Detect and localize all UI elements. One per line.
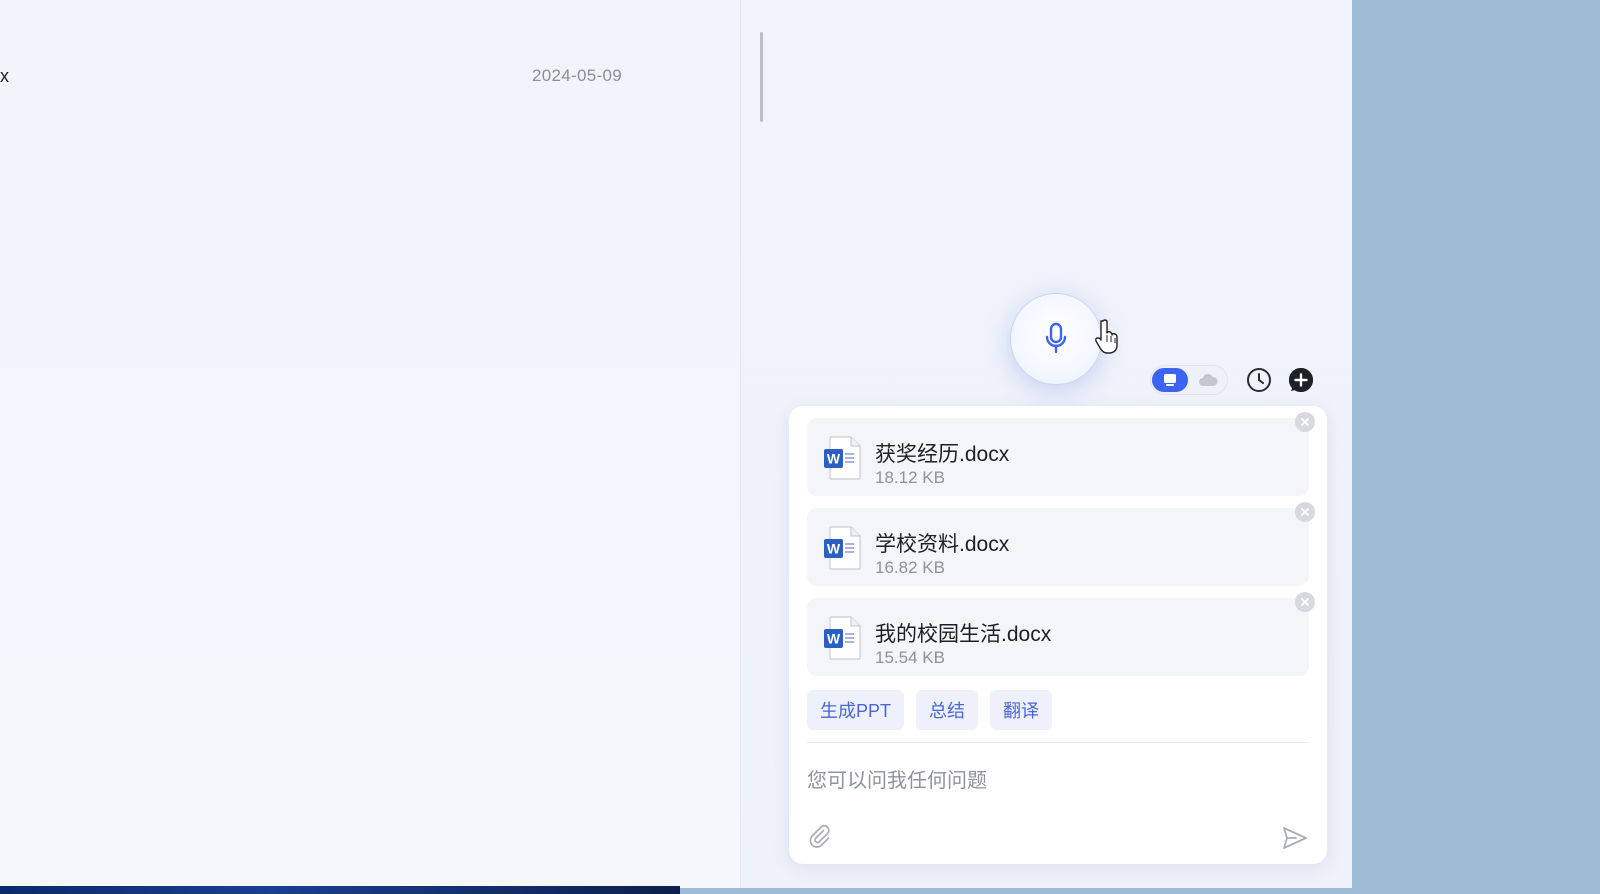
chat-input-panel: W 获奖经历.docx 18.12 KB W 学校资料.docx 16.82 K… [789, 406, 1327, 864]
attached-file-card[interactable]: W 学校资料.docx 16.82 KB [807, 502, 1315, 586]
chat-input[interactable]: 您可以问我任何问题 [807, 764, 987, 793]
svg-text:W: W [827, 451, 841, 467]
svg-text:W: W [827, 631, 841, 647]
mode-toggle[interactable] [1150, 365, 1228, 395]
file-size: 15.54 KB [875, 648, 945, 667]
word-doc-icon: W [824, 526, 861, 570]
screen-icon [1164, 374, 1176, 386]
file-list-pane: x 2024-05-09 [0, 0, 740, 888]
file-name: 获奖经历.docx [875, 443, 1010, 466]
close-icon [1301, 508, 1309, 516]
taskbar-edge [0, 886, 680, 894]
file-row-date: 2024-05-09 [532, 66, 622, 85]
scrollbar-thumb[interactable] [760, 32, 763, 122]
clock-icon [1247, 368, 1271, 392]
history-button[interactable] [1244, 365, 1274, 395]
quick-actions: 生成PPT 总结 翻译 [807, 690, 1053, 730]
attached-file-card[interactable]: W 获奖经历.docx 18.12 KB [807, 412, 1315, 496]
local-mode-option[interactable] [1152, 368, 1188, 392]
assistant-toolbar [1150, 365, 1316, 395]
summarize-button[interactable]: 总结 [916, 690, 979, 730]
remove-file-button[interactable] [1295, 412, 1315, 432]
cloud-icon [1199, 373, 1218, 386]
word-doc-icon: W [824, 616, 861, 660]
file-name: 学校资料.docx [875, 533, 1010, 556]
translate-button[interactable]: 翻译 [990, 690, 1053, 730]
attached-file-card[interactable]: W 我的校园生活.docx 15.54 KB [807, 592, 1315, 676]
file-size: 18.12 KB [875, 468, 945, 487]
svg-text:W: W [827, 541, 841, 557]
file-name: 我的校园生活.docx [875, 623, 1052, 646]
plus-icon [1288, 368, 1313, 392]
paperclip-icon[interactable] [807, 824, 831, 848]
close-icon [1301, 598, 1309, 606]
remove-file-button[interactable] [1295, 502, 1315, 522]
cloud-mode-option[interactable] [1190, 368, 1226, 392]
close-icon [1301, 418, 1309, 426]
remove-file-button[interactable] [1295, 592, 1315, 612]
hand-cursor-icon [1095, 319, 1118, 354]
send-icon[interactable] [1281, 824, 1309, 852]
generate-ppt-button[interactable]: 生成PPT [807, 690, 905, 730]
file-size: 16.82 KB [875, 558, 945, 577]
new-chat-button[interactable] [1286, 365, 1316, 395]
word-doc-icon: W [824, 436, 861, 480]
file-row-name[interactable]: x [0, 66, 9, 87]
microphone-icon [1045, 322, 1067, 354]
voice-input-button[interactable] [1011, 294, 1101, 384]
input-divider [807, 742, 1309, 743]
